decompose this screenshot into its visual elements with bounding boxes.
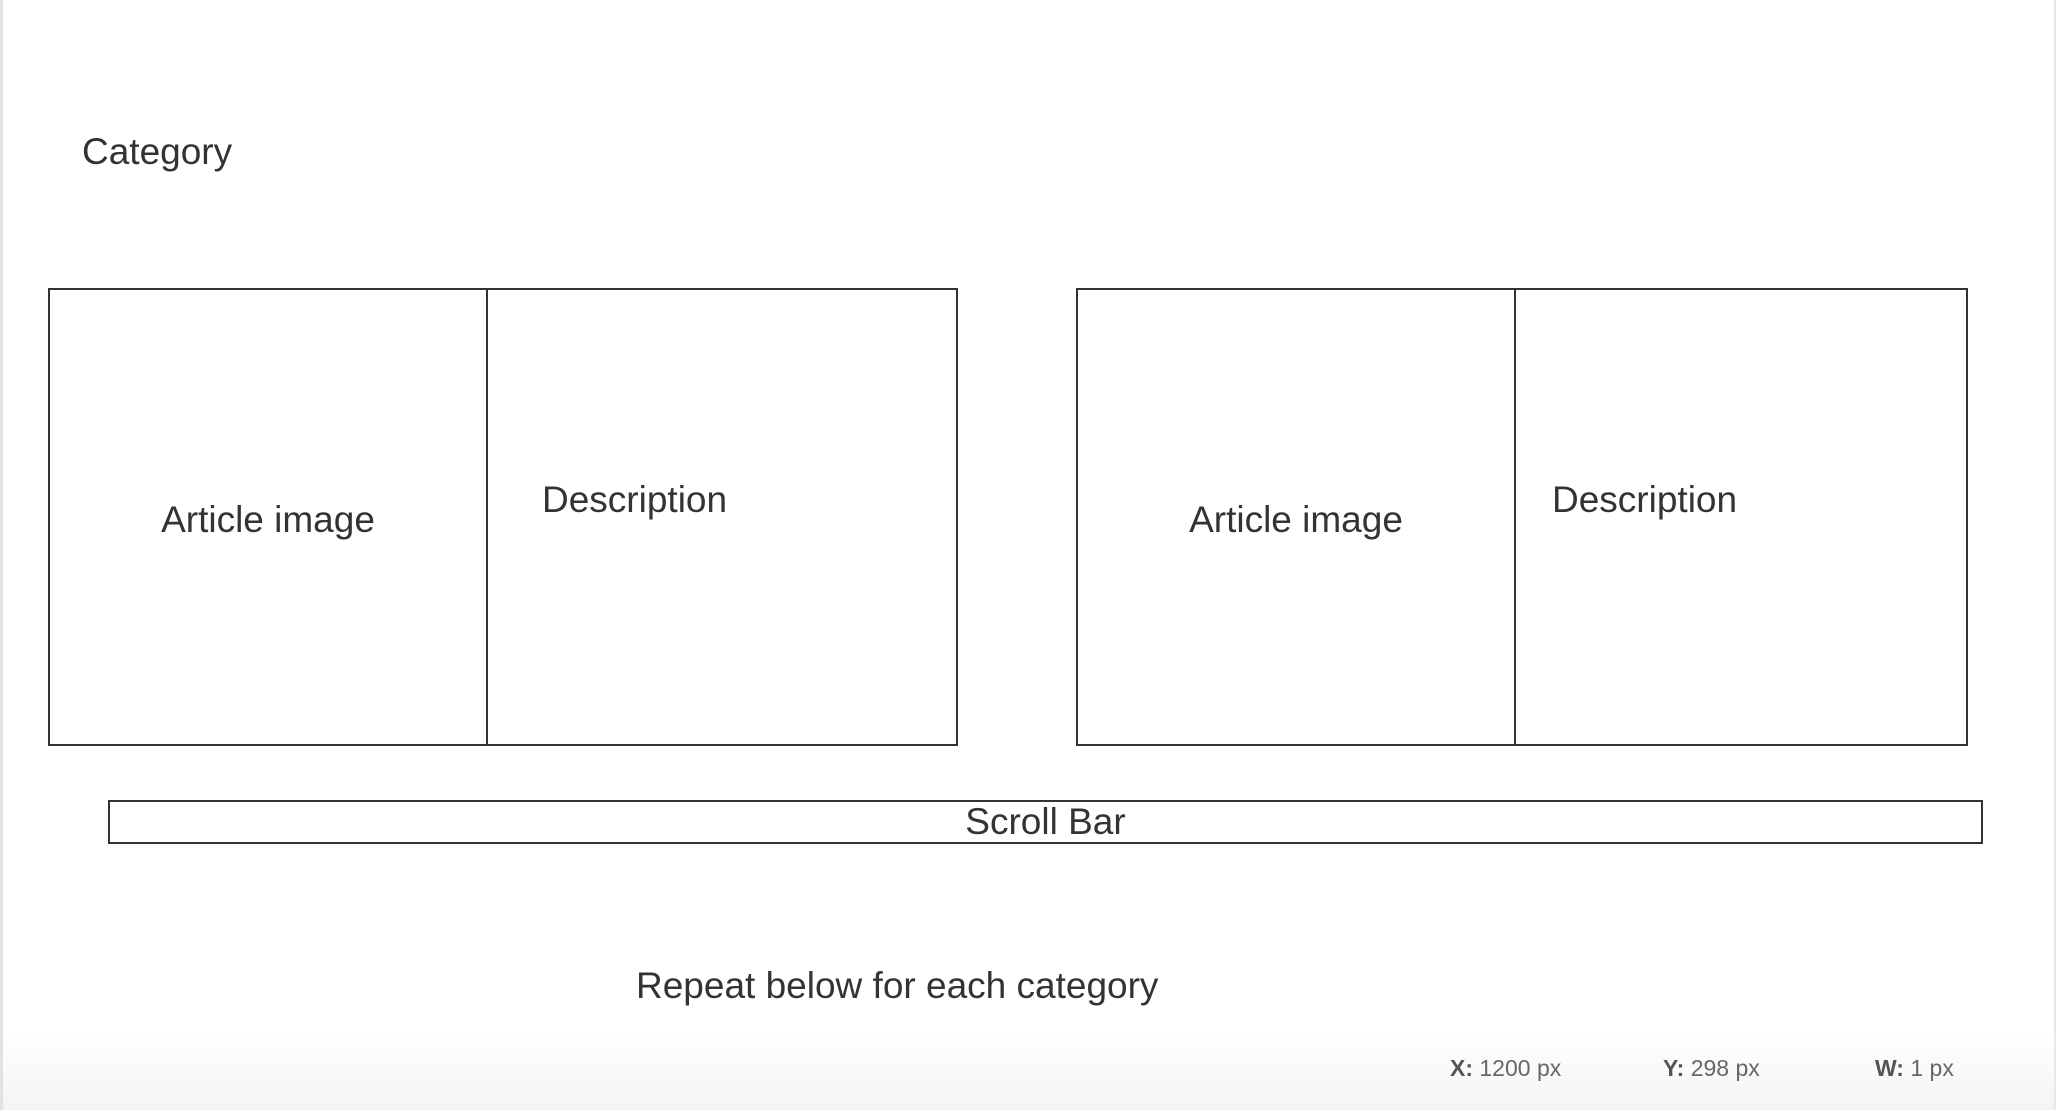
- article-image-placeholder[interactable]: Article image: [50, 290, 488, 744]
- article-description-label: Description: [1552, 479, 1738, 520]
- article-image-placeholder[interactable]: Article image: [1078, 290, 1516, 744]
- category-title: Category: [82, 131, 233, 172]
- width-key: W:: [1875, 1055, 1904, 1081]
- scroll-bar-label: Scroll Bar: [965, 801, 1126, 842]
- y-coordinate-readout: Y: 298 px: [1663, 1054, 1760, 1082]
- article-image-label: Article image: [161, 499, 375, 540]
- x-coordinate-value: 1200 px: [1479, 1055, 1562, 1081]
- width-readout: W: 1 px: [1875, 1054, 1954, 1082]
- article-description-box[interactable]: Description: [488, 290, 956, 744]
- article-image-label: Article image: [1189, 499, 1403, 540]
- canvas-left-edge: [0, 0, 3, 1110]
- article-description-box[interactable]: Description: [1516, 290, 1966, 744]
- y-coordinate-value: 298 px: [1690, 1055, 1760, 1081]
- x-coordinate-readout: X: 1200 px: [1450, 1054, 1561, 1082]
- article-description-label: Description: [542, 479, 728, 520]
- y-coordinate-key: Y:: [1663, 1055, 1685, 1081]
- scroll-bar[interactable]: Scroll Bar: [108, 800, 1983, 844]
- article-card[interactable]: Article image Description: [1076, 288, 1968, 746]
- article-card[interactable]: Article image Description: [48, 288, 958, 746]
- repeat-note: Repeat below for each category: [636, 965, 1159, 1006]
- width-value: 1 px: [1910, 1055, 1954, 1081]
- x-coordinate-key: X:: [1450, 1055, 1473, 1081]
